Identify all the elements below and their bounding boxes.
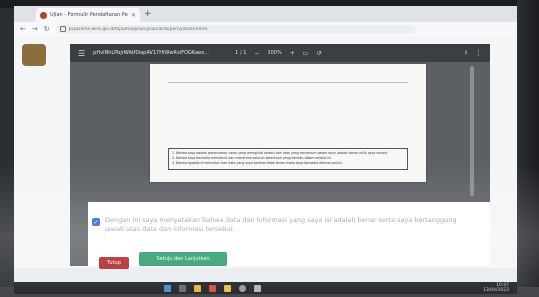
site-logo-icon <box>22 44 46 66</box>
clock: 10:47 13/04/2023 <box>483 283 509 293</box>
rotate-icon[interactable]: ↺ <box>316 50 321 57</box>
pdf-file-name: pHvlNhLPbjrWAtf0lapAV17HiWwRviFOGKaeo... <box>93 50 209 56</box>
settings-gear-icon[interactable] <box>239 284 246 292</box>
pdf-divider <box>168 82 408 83</box>
search-icon[interactable] <box>179 284 186 292</box>
download-icon[interactable]: ⭳ <box>465 48 467 58</box>
site-favicon-icon <box>40 11 47 19</box>
mail-icon[interactable] <box>209 284 216 292</box>
lock-icon <box>59 26 66 32</box>
chrome-icon[interactable] <box>224 284 231 292</box>
more-options-icon[interactable]: ⋮ <box>475 49 482 57</box>
close-button[interactable]: Tutup <box>99 257 129 269</box>
laptop-bezel-right <box>517 0 539 297</box>
agreement-checkbox[interactable]: ✓ <box>92 218 100 226</box>
agree-continue-button[interactable]: Setuju dan Lanjutkan <box>139 252 227 266</box>
pdf-statement-box: 1. Bahwa saya adalah benar-benar calon y… <box>168 148 408 170</box>
pdf-zoom-level: 100% <box>267 50 282 56</box>
pdf-line: 3. Bahwa apabila di kemudian hari data y… <box>172 161 343 165</box>
tab-title: Ujian - Formulir Pendaftaran Pesd <box>50 12 128 18</box>
new-tab-icon[interactable]: + <box>144 9 152 19</box>
browser-tab[interactable]: Ujian - Formulir Pendaftaran Pesd ✕ <box>36 8 140 22</box>
address-bar[interactable]: pcpsnline.wiro.go.id/fkjaama/psa/cpsa/ca… <box>55 24 416 34</box>
os-taskbar: 10:47 13/04/2023 <box>14 282 517 294</box>
fit-page-icon[interactable]: ▭ <box>303 50 309 57</box>
back-arrow-icon[interactable]: ← <box>20 25 26 33</box>
pdf-toolbar: ☰ pHvlNhLPbjrWAtf0lapAV17HiWwRviFOGKaeo.… <box>70 44 490 62</box>
pdf-document-page: 1. Bahwa saya adalah benar-benar calon y… <box>150 64 426 182</box>
menu-icon[interactable]: ☰ <box>78 49 85 58</box>
pdf-page-indicator: 1 / 1 <box>235 50 247 56</box>
browser-tab-strip: Ujian - Formulir Pendaftaran Pesd ✕ + <box>14 6 517 22</box>
agreement-row: ✓ Dengan ini saya menyatakan bahwa data … <box>92 216 472 234</box>
clock-date: 13/04/2023 <box>483 288 509 293</box>
start-windows-icon[interactable] <box>164 284 171 292</box>
agreement-text: Dengan ini saya menyatakan bahwa data da… <box>105 216 457 233</box>
zoom-out-icon[interactable]: − <box>254 50 259 57</box>
pdf-scrollbar[interactable] <box>470 66 474 196</box>
photo-frame: Ujian - Formulir Pendaftaran Pesd ✕ + ← … <box>0 0 539 297</box>
reload-icon[interactable]: ↻ <box>44 25 50 33</box>
browser-nav-bar: ← → ↻ pcpsnline.wiro.go.id/fkjaama/psa/c… <box>14 22 517 36</box>
url-text: pcpsnline.wiro.go.id/fkjaama/psa/cpsa/ca… <box>68 26 208 32</box>
zoom-in-icon[interactable]: + <box>290 50 295 57</box>
forward-arrow-icon[interactable]: → <box>32 25 38 33</box>
app-icon[interactable] <box>254 284 261 292</box>
close-tab-icon[interactable]: ✕ <box>131 12 136 19</box>
file-explorer-icon[interactable] <box>194 284 201 292</box>
